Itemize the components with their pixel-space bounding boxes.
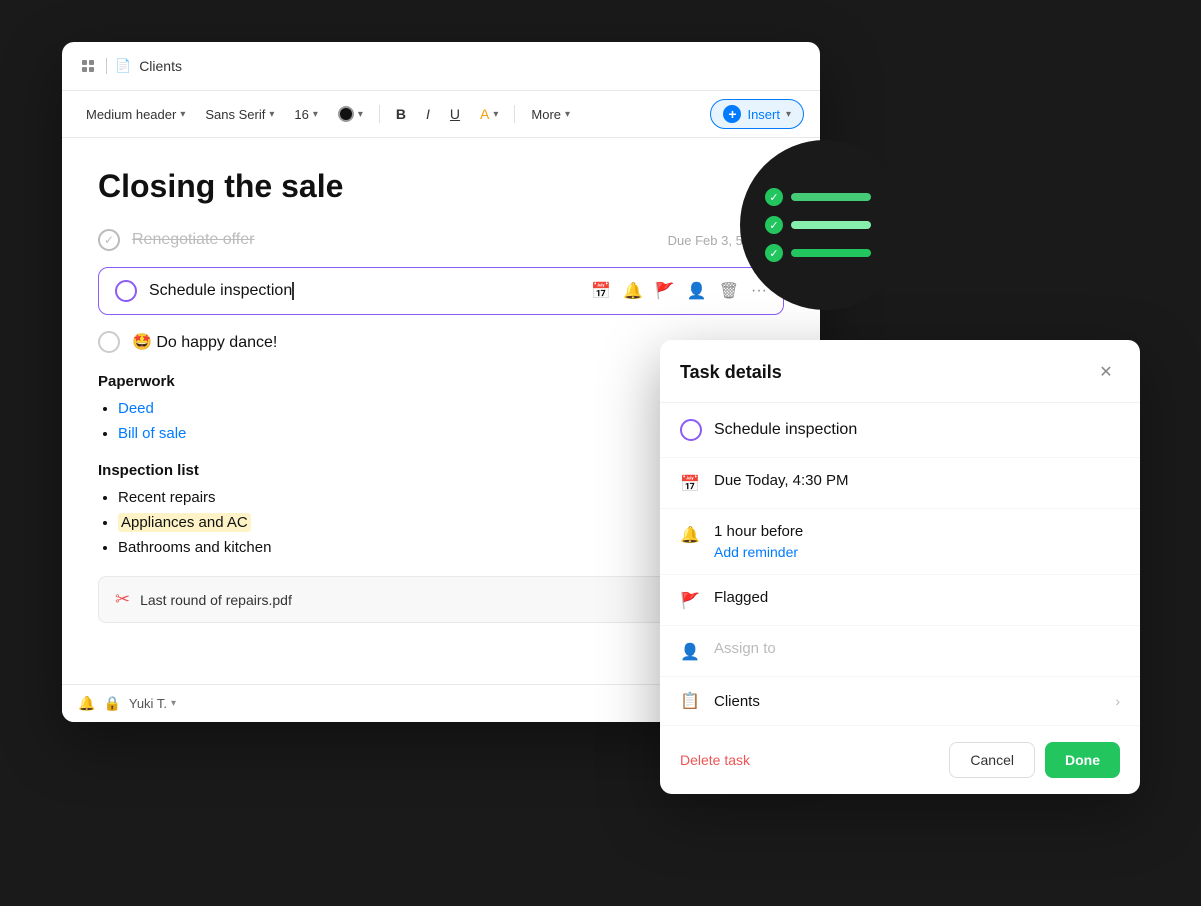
chevron-down-icon-insert: ▾: [786, 109, 791, 120]
more-button[interactable]: More ▾: [523, 103, 578, 126]
app-icon: [78, 56, 98, 76]
task-active-row[interactable]: Schedule inspection 📅 🔔 🚩 👤 🗑 ···: [98, 267, 784, 315]
task-detail-panel: Task details ✕ Schedule inspection 📅 Due…: [660, 340, 1140, 794]
header-style-dropdown[interactable]: Medium header ▾: [78, 103, 193, 126]
chevron-down-icon-user: ▾: [171, 698, 176, 709]
titlebar-divider: [106, 58, 107, 74]
project-text: Clients: [714, 693, 760, 710]
panel-task-name-text: Schedule inspection: [714, 421, 857, 439]
pdf-icon: ✂: [115, 589, 130, 610]
preview-check-1: ✓: [765, 188, 783, 206]
underline-button[interactable]: U: [442, 102, 468, 126]
panel-flag-row: 🚩 Flagged: [660, 575, 1140, 626]
doc-icon: 📄: [115, 58, 131, 74]
chevron-down-icon-font: ▾: [269, 109, 274, 120]
reminder-main: 1 hour before: [714, 523, 803, 540]
task-done-checkbox[interactable]: ✓: [98, 229, 120, 251]
project-nav-left: 📋 Clients: [680, 691, 760, 711]
add-reminder-link[interactable]: Add reminder: [714, 544, 803, 560]
doc-icon-panel: 📋: [680, 691, 700, 711]
preview-row-1: ✓: [765, 188, 885, 206]
toolbar-sep-2: [514, 105, 515, 123]
color-dot: [338, 106, 354, 122]
panel-footer-buttons: Cancel Done: [949, 742, 1120, 778]
preview-bar-3: [791, 249, 871, 257]
preview-row-3: ✓: [765, 244, 885, 262]
chevron-down-icon: ▾: [180, 109, 185, 120]
insert-button[interactable]: + Insert ▾: [710, 99, 804, 129]
lock-icon: 🔒: [103, 695, 120, 712]
pdf-name: Last round of repairs.pdf: [140, 592, 292, 608]
highlighted-text: Appliances and AC: [118, 513, 251, 532]
text-cursor: [292, 282, 294, 300]
due-text: Due Today, 4:30 PM: [714, 472, 849, 489]
panel-due-row: 📅 Due Today, 4:30 PM: [660, 458, 1140, 509]
preview-check-3: ✓: [765, 244, 783, 262]
chevron-down-icon-highlight: ▾: [493, 109, 498, 120]
task-active-text: Schedule inspection: [149, 282, 579, 300]
flag-icon[interactable]: 🚩: [655, 281, 675, 301]
doc-title: Clients: [139, 58, 182, 74]
task-actions: 📅 🔔 🚩 👤 🗑 ···: [591, 281, 767, 301]
task-done-row[interactable]: ✓ Renegotiate offer Due Feb 3, 5:30 PM: [98, 229, 784, 251]
cancel-button[interactable]: Cancel: [949, 742, 1035, 778]
trash-icon[interactable]: 🗑: [719, 281, 739, 301]
done-button[interactable]: Done: [1045, 742, 1120, 778]
delete-task-link[interactable]: Delete task: [680, 752, 750, 768]
bell-icon-panel: 🔔: [680, 525, 700, 545]
task-happy-checkbox[interactable]: [98, 331, 120, 353]
calendar-icon[interactable]: 📅: [591, 281, 611, 301]
assign-text: Assign to: [714, 640, 776, 657]
panel-assign-row[interactable]: 👤 Assign to: [660, 626, 1140, 677]
assign-icon[interactable]: 👤: [687, 281, 707, 301]
deed-link[interactable]: Deed: [118, 400, 154, 417]
toolbar-sep-1: [379, 105, 380, 123]
close-button[interactable]: ✕: [1092, 358, 1120, 386]
titlebar: 📄 Clients: [62, 42, 820, 91]
chevron-down-icon-more: ▾: [565, 109, 570, 120]
task-happy-text: 🤩 Do happy dance!: [132, 332, 277, 352]
bell-icon[interactable]: 🔔: [623, 281, 643, 301]
person-icon-panel: 👤: [680, 642, 700, 662]
italic-button[interactable]: I: [418, 102, 438, 126]
font-dropdown[interactable]: Sans Serif ▾: [197, 103, 282, 126]
flag-text: Flagged: [714, 589, 768, 606]
preview-bar-2: [791, 221, 871, 229]
notification-icon: 🔔: [78, 695, 95, 712]
user-dropdown[interactable]: Yuki T. ▾: [129, 696, 176, 711]
highlight-icon: A: [480, 106, 489, 122]
panel-header: Task details ✕: [660, 340, 1140, 403]
task-active-checkbox[interactable]: [115, 280, 137, 302]
editor-toolbar: Medium header ▾ Sans Serif ▾ 16 ▾ ▾ B I …: [62, 91, 820, 138]
plus-icon: +: [723, 105, 741, 123]
color-picker[interactable]: ▾: [330, 102, 371, 126]
panel-task-name-row: Schedule inspection: [660, 403, 1140, 458]
preview-circle: ✓ ✓ ✓: [740, 140, 910, 310]
preview-row-2: ✓: [765, 216, 885, 234]
preview-bar-1: [791, 193, 871, 201]
panel-reminder-row: 🔔 1 hour before Add reminder: [660, 509, 1140, 575]
panel-task-circle[interactable]: [680, 419, 702, 441]
highlight-button[interactable]: A ▾: [472, 102, 506, 126]
calendar-icon-panel: 📅: [680, 474, 700, 494]
due-content: Due Today, 4:30 PM: [714, 472, 849, 489]
panel-title: Task details: [680, 362, 782, 383]
bold-button[interactable]: B: [388, 102, 414, 126]
bill-of-sale-link[interactable]: Bill of sale: [118, 425, 186, 442]
document-title: Closing the sale: [98, 168, 784, 205]
task-done-text: Renegotiate offer: [132, 231, 656, 249]
font-size-dropdown[interactable]: 16 ▾: [286, 103, 326, 126]
panel-footer: Delete task Cancel Done: [660, 726, 1140, 794]
flag-icon-panel: 🚩: [680, 591, 700, 611]
chevron-right-icon: ›: [1115, 693, 1120, 709]
chevron-down-icon-size: ▾: [313, 109, 318, 120]
preview-check-2: ✓: [765, 216, 783, 234]
chevron-down-icon-color: ▾: [358, 109, 363, 120]
reminder-content: 1 hour before Add reminder: [714, 523, 803, 560]
panel-project-row[interactable]: 📋 Clients ›: [660, 677, 1140, 726]
